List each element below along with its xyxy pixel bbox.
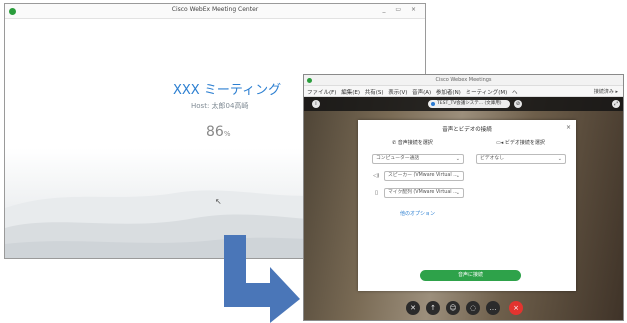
transition-arrow-icon <box>224 235 300 323</box>
menu-share[interactable]: 共有(S) <box>365 90 384 96</box>
menu-edit[interactable]: 編集(E) <box>341 90 360 96</box>
menu-file[interactable]: ファイル(F) <box>307 90 336 96</box>
chevron-down-icon: ⌄ <box>455 190 460 196</box>
meeting-title: XXX ミーティング <box>173 83 282 98</box>
video-header-label: ビデオ接続を選択 <box>504 140 545 146</box>
screenshot-stage: Cisco WebEx Meeting Center _ ▭ × XXX ミーテ… <box>0 0 627 323</box>
menu-help[interactable]: ヘ <box>512 90 518 96</box>
mouse-cursor-icon: ↖ <box>215 197 222 206</box>
meeting-name-pill[interactable]: TEST_TV会議システ... (文庫用) <box>428 100 510 108</box>
chat-icon[interactable]: ◌ <box>466 301 480 315</box>
audio-select-value: コンピューター通話 <box>376 156 420 161</box>
audio-connection-select[interactable]: コンピューター通話 ⌄ <box>372 154 464 164</box>
share-icon[interactable]: ↑ <box>426 301 440 315</box>
connection-status[interactable]: 接続済み ▸ <box>594 88 618 95</box>
microphone-select[interactable]: マイク配列 (VMware Virtual ... ⌄ <box>384 188 464 198</box>
close-icon[interactable]: × <box>566 124 571 131</box>
audio-connection-header: ✆ 音声接続を選択 <box>392 139 433 146</box>
more-options-link[interactable]: 他のオプション <box>400 210 435 217</box>
participants-icon[interactable]: ☺ <box>446 301 460 315</box>
menu-participants[interactable]: 参加者(N) <box>436 90 461 96</box>
mute-microphone-icon[interactable]: ✕ <box>406 301 420 315</box>
progress-value: 86 <box>206 124 224 140</box>
video-connection-select[interactable]: ビデオなし ⌄ <box>476 154 566 164</box>
chevron-down-icon: ⌄ <box>557 156 562 162</box>
video-select-value: ビデオなし <box>480 156 504 161</box>
speaker-select-value: スピーカー (VMware Virtual ... <box>388 173 458 178</box>
mic-select-value: マイク配列 (VMware Virtual ... <box>388 190 458 195</box>
more-options-icon[interactable]: … <box>486 301 500 315</box>
meeting-center-titlebar: Cisco WebEx Meeting Center _ ▭ × <box>5 4 425 19</box>
host-label: Host: 太郎04高崎 <box>191 102 249 110</box>
progress-unit: % <box>223 130 231 138</box>
lock-icon[interactable]: ⊘ <box>514 100 522 108</box>
audio-video-connect-dialog: 音声とビデオの接続 × ✆ 音声接続を選択 ▭◂ ビデオ接続を選択 コンピュータ… <box>358 120 576 291</box>
end-meeting-icon[interactable]: × <box>509 301 523 315</box>
window-controls[interactable]: _ ▭ × <box>382 6 420 13</box>
chevron-down-icon: ⌄ <box>455 156 460 162</box>
meeting-info-bar: i TEST_TV会議システ... (文庫用) ⊘ ⤢ <box>304 97 623 111</box>
camera-icon: ▭◂ <box>496 140 505 146</box>
webex-menubar: ファイル(F) 編集(E) 共有(S) 表示(V) 音声(A) 参加者(N) ミ… <box>304 86 623 97</box>
video-connection-header: ▭◂ ビデオ接続を選択 <box>496 139 545 146</box>
connect-audio-button[interactable]: 音声に接続 <box>420 270 521 281</box>
speaker-icon: ◁) <box>373 173 380 179</box>
loading-progress: 86% <box>206 124 230 140</box>
menu-meeting[interactable]: ミーティング(M) <box>466 90 508 96</box>
fullscreen-icon[interactable]: ⤢ <box>612 100 620 108</box>
microphone-icon: ▯ <box>375 190 379 196</box>
dialog-title: 音声とビデオの接続 <box>442 127 492 133</box>
webex-meetings-window: Cisco Webex Meetings ファイル(F) 編集(E) 共有(S)… <box>303 74 624 321</box>
meeting-name: TEST_TV会議システ... (文庫用) <box>437 101 502 106</box>
menu-view[interactable]: 表示(V) <box>388 90 407 96</box>
speaker-select[interactable]: スピーカー (VMware Virtual ... ⌄ <box>384 171 464 181</box>
webex-titlebar: Cisco Webex Meetings <box>304 75 623 86</box>
menu-audio[interactable]: 音声(A) <box>412 90 431 96</box>
webex-window-title: Cisco Webex Meetings <box>435 77 492 83</box>
chevron-down-icon: ⌄ <box>455 173 460 179</box>
info-icon[interactable]: i <box>312 100 320 108</box>
meeting-center-window-title: Cisco WebEx Meeting Center <box>171 6 259 13</box>
audio-header-label: 音声接続を選択 <box>397 140 433 146</box>
meeting-status-dot <box>431 102 435 106</box>
